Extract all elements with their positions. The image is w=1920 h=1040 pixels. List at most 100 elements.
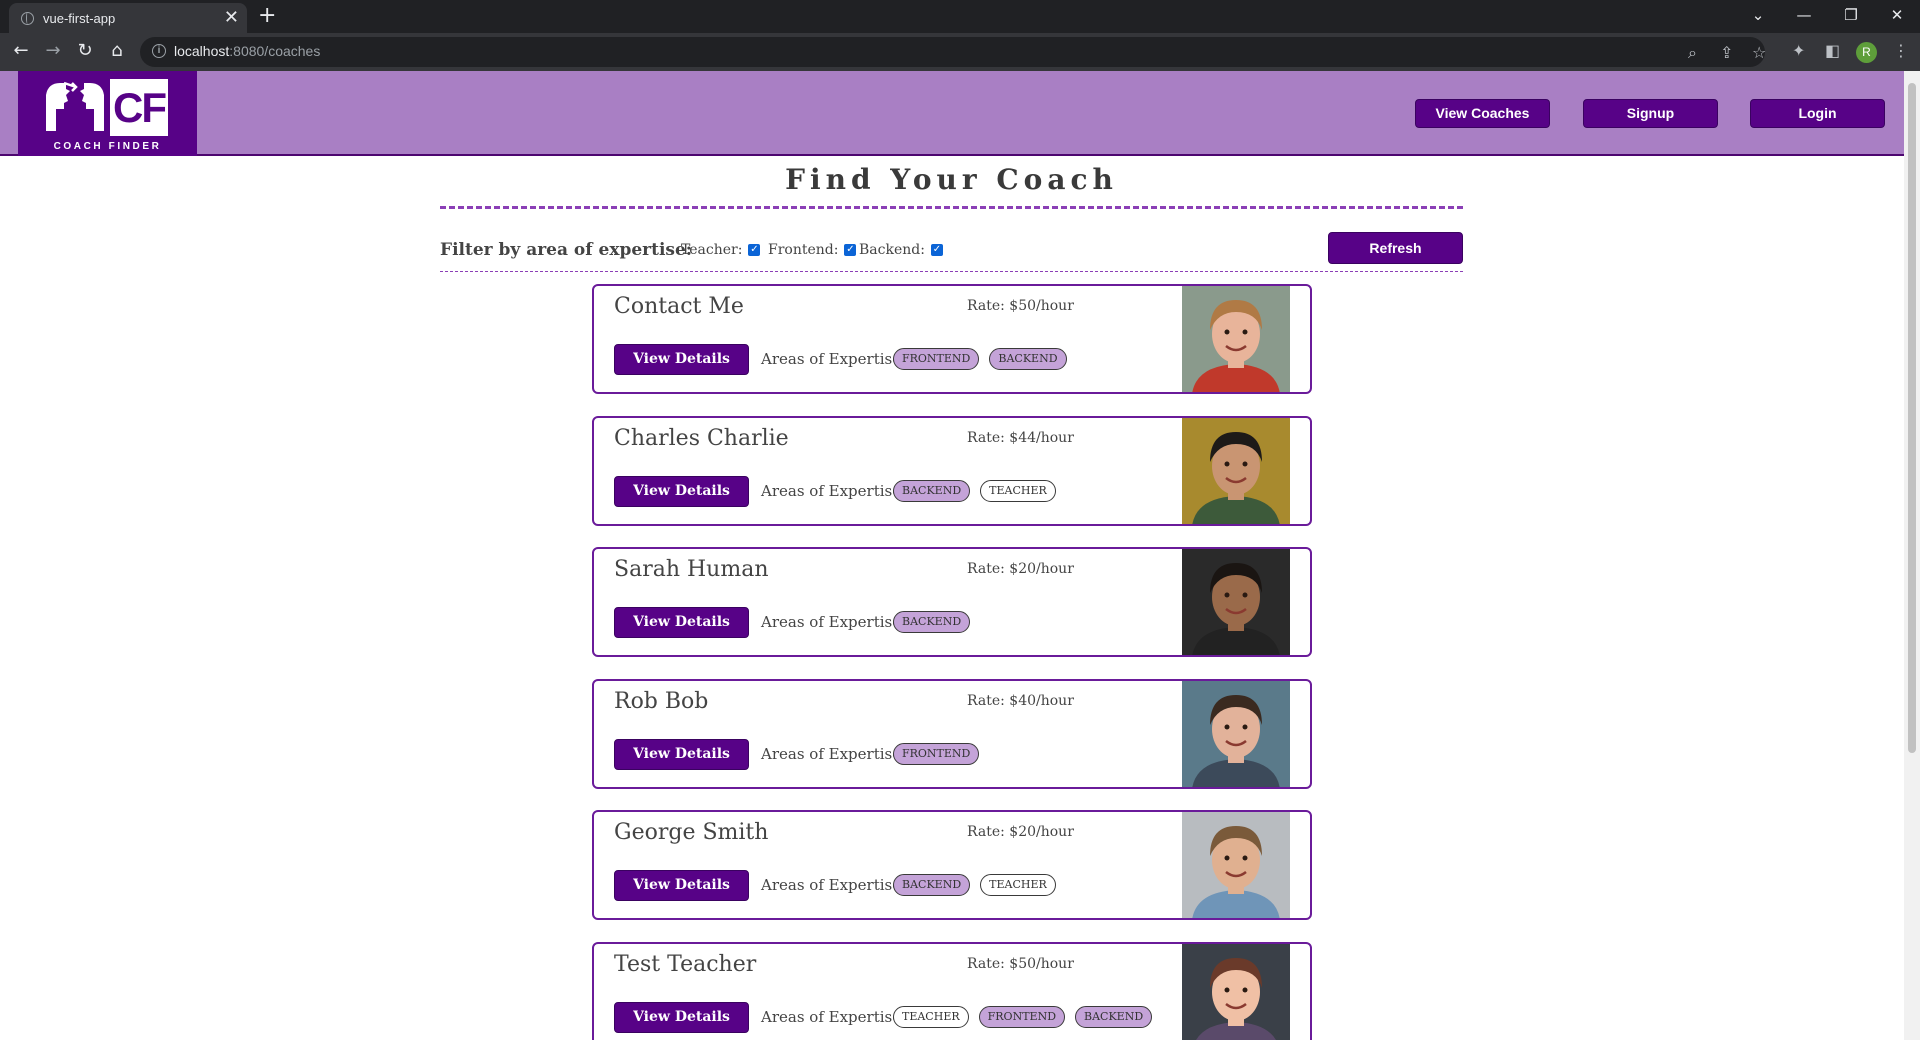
coach-card: Test Teacher Rate: $50/hour View Details Ar… [592,941,1312,1040]
expertise-badge: FRONTEND [978,1005,1066,1028]
expertise-badge: FRONTEND [893,348,980,370]
logo-text: COACH FINDER [53,141,162,152]
filter-backend[interactable]: Backend: ✓ [859,242,943,258]
coach-card: George Smith Rate: $20/hour View Details Ar… [592,810,1312,921]
close-window-icon[interactable]: ✕ [1882,4,1912,26]
restore-icon[interactable]: ❐ [1836,4,1866,26]
filter-frontend[interactable]: Frontend: ✓ [768,242,857,258]
coach-photo [1182,417,1290,524]
coach-rate: Rate: $44/hour [967,429,1074,446]
checkbox-checked-icon[interactable]: ✓ [748,244,761,256]
filter-divider [440,271,1463,272]
side-panel-icon[interactable]: ◧ [1825,41,1840,61]
view-details-button[interactable]: View Details [614,344,749,375]
expertise-badge: TEACHER [980,479,1056,502]
back-icon[interactable]: ← [9,41,33,61]
coach-photo [1182,286,1290,392]
areas-label: Areas of Expertise: [761,1007,907,1026]
site-info-icon[interactable]: i [152,44,166,58]
reload-icon[interactable]: ↻ [73,41,97,61]
url-text[interactable]: localhost:8080/coaches [174,43,320,59]
expertise-badge: BACKEND [989,348,1067,370]
page-viewport: CF COACH FINDER View Coaches Signup Logi… [0,71,1904,1040]
coach-photo [1182,549,1290,656]
expertise-badge: TEACHER [980,874,1056,897]
areas-label: Areas of Expertise: [761,744,907,763]
areas-label: Areas of Expertise: [761,350,907,368]
profile-avatar[interactable]: R [1856,42,1877,63]
extensions-icon[interactable]: ✦ [1792,41,1805,61]
expertise-badges: BACKEND TEACHER [893,479,1056,502]
zoom-icon[interactable]: ⌕ [1688,43,1697,63]
coach-photo [1182,812,1290,919]
coach-name: Charles Charlie [614,425,789,451]
browser-tab-bar: vue-first-app ✕ + ⌄ — ❐ ✕ [0,0,1920,33]
browser-toolbar: ← → ↻ ⌂ i localhost:8080/coaches ⌕ ⇪ ☆ ✦… [0,33,1920,71]
minimize-icon[interactable]: — [1789,4,1819,26]
site-header: CF COACH FINDER View Coaches Signup Logi… [0,71,1904,156]
scrollbar-thumb[interactable] [1908,83,1916,753]
coach-finder-logo[interactable]: CF COACH FINDER [18,71,197,156]
view-details-button[interactable]: View Details [614,475,749,507]
expertise-badges: TEACHER FRONTEND BACKEND [893,1005,1153,1028]
areas-label: Areas of Expertise: [761,876,907,895]
close-tab-icon[interactable]: ✕ [224,7,239,27]
coach-rate: Rate: $20/hour [967,824,1074,841]
expertise-badge: BACKEND [893,479,971,502]
expertise-badges: FRONTEND BACKEND [893,348,1067,370]
coach-rate: Rate: $50/hour [967,298,1074,314]
globe-icon [21,12,34,25]
coach-photo [1182,680,1290,787]
coach-name: Test Teacher [614,951,757,977]
tab-search-icon[interactable]: ⌄ [1743,4,1773,26]
expertise-badges: FRONTEND [893,742,980,765]
address-bar[interactable]: i localhost:8080/coaches ⌕ ⇪ ☆ [140,37,1766,67]
coach-rate: Rate: $50/hour [967,955,1074,972]
refresh-button[interactable]: Refresh [1328,232,1463,264]
view-coaches-button[interactable]: View Coaches [1415,99,1550,128]
coach-name: Contact Me [614,294,744,319]
filter-bar: Filter by area of expertise: Teacher: ✓ F… [440,228,1463,268]
coach-card: Rob Bob Rate: $40/hour View Details Areas o… [592,678,1312,789]
coach-rate: Rate: $20/hour [967,561,1074,578]
signup-button[interactable]: Signup [1583,99,1718,128]
coach-card: Contact Me Rate: $50/hour View Details Area… [592,284,1312,394]
filter-label: Filter by area of expertise: [440,240,693,260]
areas-label: Areas of Expertise: [761,481,907,500]
title-divider [440,206,1463,209]
coach-name: Rob Bob [614,688,709,714]
coach-rate: Rate: $40/hour [967,692,1074,709]
home-icon[interactable]: ⌂ [105,41,129,61]
browser-tab[interactable]: vue-first-app ✕ [9,3,247,33]
view-details-button[interactable]: View Details [614,1001,749,1033]
new-tab-button[interactable]: + [258,3,276,29]
login-button[interactable]: Login [1750,99,1885,128]
page-title: Find Your Coach [785,163,1118,196]
expertise-badge: BACKEND [893,874,971,897]
coach-card: Sarah Human Rate: $20/hour View Details Are… [592,547,1312,658]
view-details-button[interactable]: View Details [614,738,749,770]
checkbox-checked-icon[interactable]: ✓ [930,244,943,256]
filter-teacher[interactable]: Teacher: ✓ [681,242,761,258]
page-scrollbar[interactable] [1904,71,1920,1040]
tab-title: vue-first-app [43,11,116,26]
expertise-badge: BACKEND [1075,1005,1153,1028]
view-details-button[interactable]: View Details [614,607,749,639]
bookmark-star-icon[interactable]: ☆ [1752,43,1766,63]
expertise-badge: TEACHER [893,1005,969,1028]
forward-icon[interactable]: → [41,41,65,61]
coach-list: Contact Me Rate: $50/hour View Details Area… [592,284,1312,1040]
coach-photo [1182,943,1290,1040]
heads-logo-icon [46,81,104,131]
coach-name: Sarah Human [614,557,769,583]
share-icon[interactable]: ⇪ [1720,43,1733,63]
expertise-badge: FRONTEND [893,742,980,765]
expertise-badges: BACKEND TEACHER [893,874,1056,897]
areas-label: Areas of Expertise: [761,613,907,632]
logo-cf-mark: CF [110,79,168,136]
checkbox-checked-icon[interactable]: ✓ [844,244,857,256]
coach-card: Charles Charlie Rate: $44/hour View Detail… [592,415,1312,526]
menu-kebab-icon[interactable]: ⋮ [1893,41,1909,61]
expertise-badge: BACKEND [893,611,971,634]
view-details-button[interactable]: View Details [614,870,749,902]
